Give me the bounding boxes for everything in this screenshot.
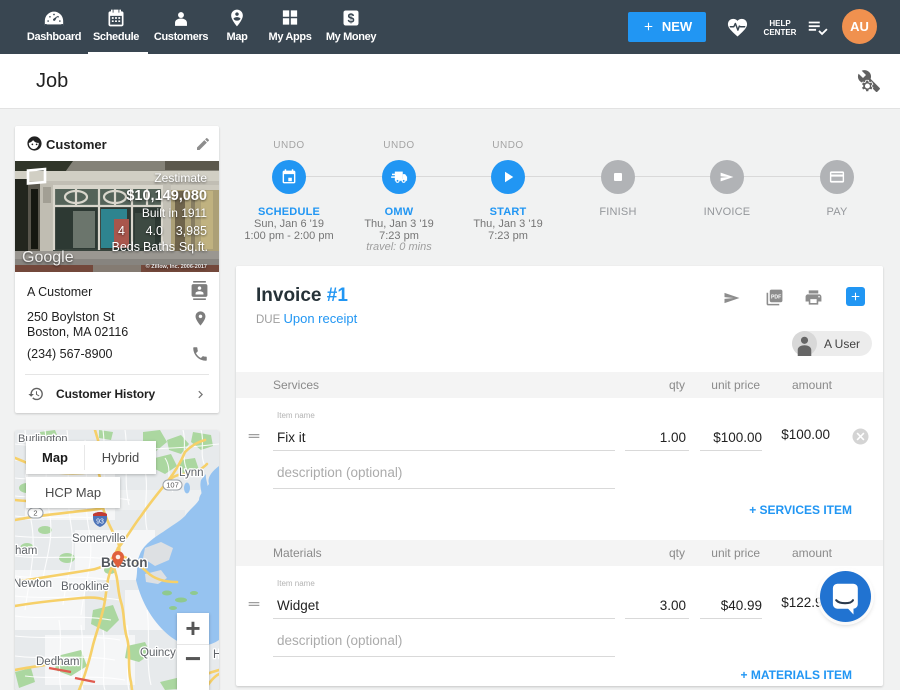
svg-text:$: $ [348, 11, 355, 25]
svg-text:$10,149,080: $10,149,080 [126, 188, 207, 204]
svg-text:Brookline: Brookline [61, 581, 109, 593]
svg-text:PDF: PDF [771, 294, 781, 300]
svg-text:Boston: Boston [101, 555, 148, 570]
svg-text:93: 93 [96, 519, 104, 526]
svg-text:2: 2 [33, 509, 37, 518]
svg-text:Beds: Beds [112, 240, 141, 254]
svg-text:Dedham: Dedham [36, 656, 79, 668]
svg-text:4: 4 [118, 224, 125, 238]
svg-text:Google: Google [22, 249, 74, 266]
svg-text:Baths: Baths [143, 240, 175, 254]
svg-text:Newton: Newton [15, 578, 52, 590]
svg-text:Somerville: Somerville [72, 533, 126, 545]
svg-text:3,985: 3,985 [176, 224, 207, 238]
svg-text:Built in 1911: Built in 1911 [142, 206, 207, 220]
svg-text:Zestimate: Zestimate [154, 171, 207, 185]
svg-text:107: 107 [166, 481, 179, 490]
svg-text:Lynn: Lynn [179, 467, 204, 479]
svg-text:4.0: 4.0 [146, 224, 163, 238]
svg-text:Hi: Hi [213, 649, 219, 661]
svg-text:© Zillow, Inc. 2006-2017: © Zillow, Inc. 2006-2017 [146, 263, 207, 270]
svg-text:ham: ham [15, 545, 37, 557]
svg-text:Quincy: Quincy [140, 647, 176, 659]
svg-text:Sq.ft.: Sq.ft. [179, 240, 208, 254]
